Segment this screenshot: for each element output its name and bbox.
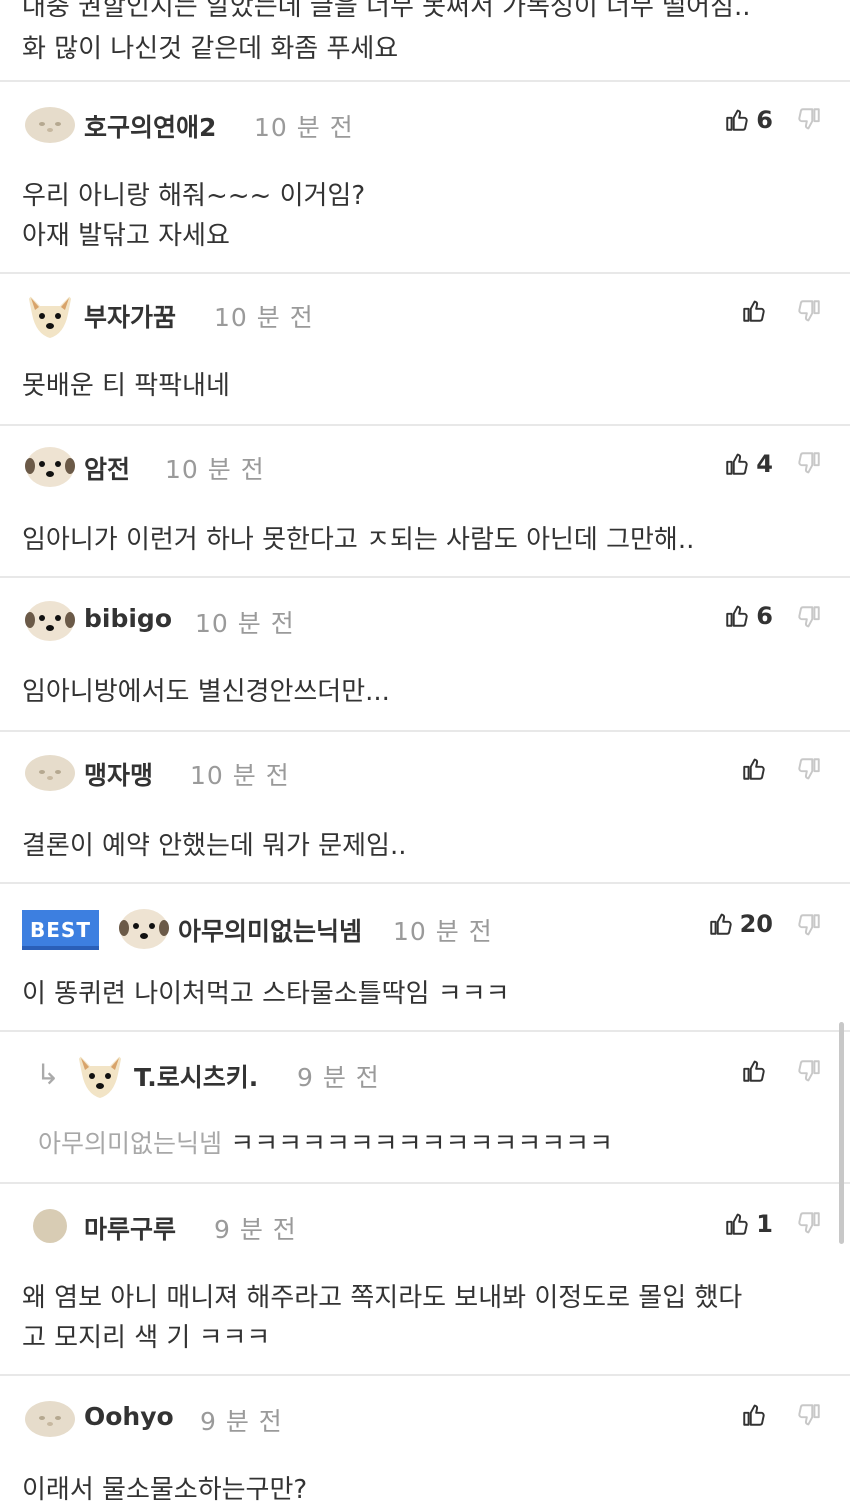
comment-author[interactable]: 맹자맹 <box>84 756 153 792</box>
avatar[interactable] <box>74 1048 126 1100</box>
thumbs-down-icon <box>796 604 822 630</box>
avatar[interactable] <box>24 1392 76 1444</box>
comment-item: Oohyo 9 분 전 이래서 물소물소하는구만? <box>0 1376 850 1503</box>
like-count: 20 <box>739 910 773 938</box>
comment-author[interactable]: 호구의연애2 <box>84 108 216 144</box>
comment-text-line: 이 똥퀴련 나이처먹고 스타물소틀딱임 ㅋㅋㅋ <box>22 979 510 1009</box>
comment-time: 10 분 전 <box>393 917 493 946</box>
like-button[interactable]: 4 <box>724 450 773 478</box>
thumbs-up-icon <box>741 1058 767 1084</box>
thumbs-down-icon <box>796 106 822 132</box>
comment-author[interactable]: Oohyo <box>84 1402 174 1431</box>
like-count: 6 <box>756 602 773 630</box>
comment-text-line: 임아니방에서도 별신경안쓰더만... <box>22 677 390 707</box>
thumbs-down-icon <box>796 298 822 324</box>
comment-item: 호구의연애2 10 분 전 6 우리 아니랑 해줘~~~ 이거임? 아재 발닦고… <box>0 84 850 274</box>
comment-time: 9 분 전 <box>200 1407 283 1436</box>
thumbs-up-icon <box>708 911 734 937</box>
dislike-button[interactable] <box>796 1210 822 1236</box>
comment-text-line: 결론이 예약 안했는데 뭐가 문제임.. <box>22 831 407 861</box>
comment-text-line: 이래서 물소물소하는구만? <box>22 1475 308 1503</box>
thumbs-down-icon <box>796 1210 822 1236</box>
dislike-button[interactable] <box>796 604 822 630</box>
reply-item: ↳ T.로시츠키. 9 분 전 아무의미없는닉넴 ㅋㅋㅋㅋㅋㅋㅋㅋㅋㅋㅋㅋㅋㅋㅋ… <box>0 1032 850 1184</box>
comment-item: 맹자맹 10 분 전 결론이 예약 안했는데 뭐가 문제임.. <box>0 732 850 884</box>
thumbs-up-icon <box>724 107 750 133</box>
comment-text-line: 임아니가 이런거 하나 못한다고 ㅈ되는 사람도 아닌데 그만해.. <box>22 525 695 555</box>
comment-text-line: 대충 권할인지는 알았는데 글을 너무 못써서 가독성이 너무 떨어짐.. <box>22 0 751 22</box>
like-button[interactable] <box>741 1058 773 1084</box>
comment-time: 9 분 전 <box>297 1063 380 1092</box>
comment-author[interactable]: 아무의미없는닉넴 <box>178 912 362 948</box>
dislike-button[interactable] <box>796 912 822 938</box>
like-button[interactable]: 6 <box>724 602 773 630</box>
comment-text-line: 왜 염보 아니 매니져 해주라고 쪽지라도 보내봐 이정도로 몰입 했다 <box>22 1283 743 1313</box>
thumbs-up-icon <box>724 603 750 629</box>
comment-item: 부자가꿈 10 분 전 못배운 티 팍팍내네 <box>0 274 850 426</box>
comment-item: bibigo 10 분 전 6 임아니방에서도 별신경안쓰더만... <box>0 578 850 732</box>
like-count: 4 <box>756 450 773 478</box>
comment-author[interactable]: 마루구루 <box>84 1210 176 1246</box>
thumbs-down-icon <box>796 450 822 476</box>
avatar[interactable] <box>24 746 76 798</box>
avatar[interactable] <box>24 98 76 150</box>
comment-item: 암전 10 분 전 4 임아니가 이런거 하나 못한다고 ㅈ되는 사람도 아닌데… <box>0 426 850 578</box>
dislike-button[interactable] <box>796 1058 822 1084</box>
avatar[interactable] <box>118 902 170 954</box>
like-button[interactable]: 6 <box>724 106 773 134</box>
comment-text-line: ㅋㅋㅋㅋㅋㅋㅋㅋㅋㅋㅋㅋㅋㅋㅋㅋ <box>230 1129 614 1159</box>
like-button[interactable] <box>741 1402 773 1428</box>
avatar[interactable] <box>24 440 76 492</box>
comment-author[interactable]: T.로시츠키. <box>134 1058 258 1094</box>
dislike-button[interactable] <box>796 1402 822 1428</box>
comment-time: 10 분 전 <box>214 303 314 332</box>
thumbs-down-icon <box>796 1402 822 1428</box>
comment-item: 마루구루 9 분 전 1 왜 염보 아니 매니져 해주라고 쪽지라도 보내봐 이… <box>0 1184 850 1376</box>
comment-text-line: 아재 발닦고 자세요 <box>22 221 230 251</box>
comment-text-line: 우리 아니랑 해줘~~~ 이거임? <box>22 181 366 211</box>
comment-text-line: 고 모지리 색 기 ㅋㅋㅋ <box>22 1323 271 1353</box>
comment-text-line: 화 많이 나신것 같은데 화좀 푸세요 <box>22 34 399 64</box>
reply-arrow-icon: ↳ <box>36 1058 60 1091</box>
comment-author[interactable]: 암전 <box>84 450 130 486</box>
thumbs-down-icon <box>796 912 822 938</box>
thumbs-up-icon <box>741 298 767 324</box>
comment-time: 10 분 전 <box>195 609 295 638</box>
dislike-button[interactable] <box>796 450 822 476</box>
like-button[interactable]: 1 <box>724 1210 773 1238</box>
scrollbar[interactable] <box>839 1022 844 1244</box>
comment-time: 10 분 전 <box>165 455 265 484</box>
comment-item: BEST 아무의미없는닉넴 10 분 전 20 이 똥퀴련 나이처먹고 스타물소… <box>0 884 850 1032</box>
like-button[interactable]: 20 <box>708 910 773 938</box>
like-count: 6 <box>756 106 773 134</box>
like-count: 1 <box>756 1210 773 1238</box>
thumbs-up-icon <box>741 756 767 782</box>
comment-text-line: 못배운 티 팍팍내네 <box>22 371 230 401</box>
comment-author[interactable]: bibigo <box>84 604 172 633</box>
avatar[interactable] <box>24 1200 76 1252</box>
comment-time: 10 분 전 <box>254 113 354 142</box>
comment-time: 10 분 전 <box>190 761 290 790</box>
avatar[interactable] <box>24 594 76 646</box>
reply-mention[interactable]: 아무의미없는닉넴 <box>38 1129 222 1158</box>
dislike-button[interactable] <box>796 298 822 324</box>
thumbs-up-icon <box>724 1211 750 1237</box>
like-button[interactable] <box>741 298 773 324</box>
dislike-button[interactable] <box>796 106 822 132</box>
comment-partial: 대충 권할인지는 알았는데 글을 너무 못써서 가독성이 너무 떨어짐.. 화 … <box>0 0 850 82</box>
like-button[interactable] <box>741 756 773 782</box>
comment-time: 9 분 전 <box>214 1215 297 1244</box>
avatar[interactable] <box>24 288 76 340</box>
thumbs-down-icon <box>796 1058 822 1084</box>
thumbs-up-icon <box>741 1402 767 1428</box>
thumbs-down-icon <box>796 756 822 782</box>
dislike-button[interactable] <box>796 756 822 782</box>
comment-author[interactable]: 부자가꿈 <box>84 298 176 334</box>
best-badge: BEST <box>22 910 99 950</box>
thumbs-up-icon <box>724 451 750 477</box>
